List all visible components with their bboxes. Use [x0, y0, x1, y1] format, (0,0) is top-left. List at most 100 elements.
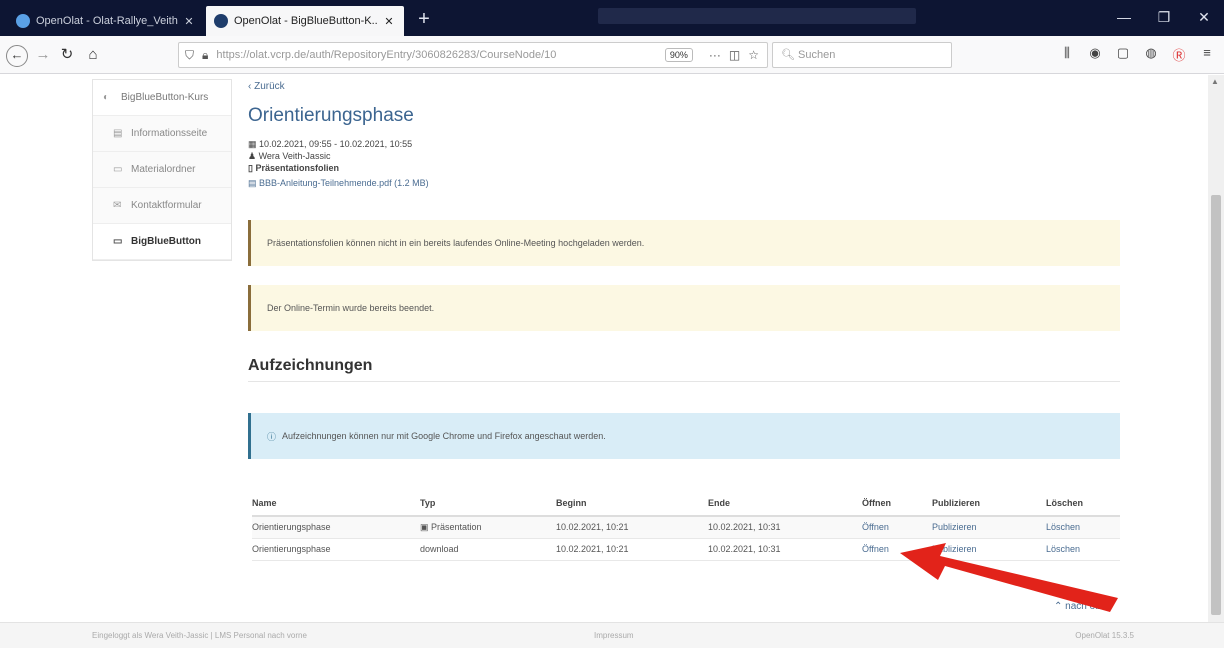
chevron-up-icon: ⌃: [1054, 601, 1066, 612]
info-icon: ⓘ: [267, 431, 277, 442]
bookmark-star-icon[interactable]: ☆: [748, 48, 759, 62]
back-link[interactable]: ‹ Zurück: [248, 81, 285, 92]
new-tab-button[interactable]: +: [410, 6, 438, 34]
publish-link[interactable]: Publizieren: [932, 516, 1046, 539]
maximize-button[interactable]: ❐: [1144, 0, 1184, 36]
type-label: Präsentation: [431, 521, 482, 532]
date-range: 10.02.2021, 09:55 - 10.02.2021, 10:55: [259, 139, 413, 149]
file-download-link[interactable]: ▤ BBB-Anleitung-Teilnehmende.pdf (1.2 MB…: [248, 178, 429, 189]
forward-button[interactable]: →: [32, 45, 54, 67]
page-title: Orientierungsphase: [248, 105, 414, 126]
delete-link[interactable]: Löschen: [1046, 538, 1120, 561]
recording-end: 10.02.2021, 10:31: [708, 516, 862, 539]
sidebar-icon[interactable]: ▢: [1114, 45, 1132, 64]
menu-icon[interactable]: ≡: [1198, 45, 1216, 64]
folder-icon: ▭: [113, 164, 123, 175]
url-tools: ··· ◫ ☆: [709, 48, 759, 62]
pocket-icon[interactable]: ◫: [729, 48, 740, 62]
col-header-beginn[interactable]: Beginn: [556, 490, 708, 517]
open-link[interactable]: Öffnen: [862, 538, 932, 561]
alert-text: Der Online-Termin wurde bereits beendet.: [267, 303, 435, 313]
recording-start: 10.02.2021, 10:21: [556, 516, 708, 539]
publish-link[interactable]: Publizieren: [932, 538, 1046, 561]
sidebar-item-bigbluebutton[interactable]: ▭ BigBlueButton: [93, 224, 231, 260]
delete-link[interactable]: Löschen: [1046, 516, 1120, 539]
page-footer: Eingeloggt als Wera Veith-Jassic | LMS P…: [0, 622, 1224, 648]
recording-end: 10.02.2021, 10:31: [708, 538, 862, 561]
recording-name: Orientierungsphase: [252, 538, 420, 561]
tab-strip-empty-area: [598, 8, 916, 24]
alert-browser-info: ⓘ Aufzeichnungen können nur mit Google Ch…: [248, 413, 1120, 459]
page-scrollbar[interactable]: ▲: [1208, 75, 1224, 622]
addon-red-icon[interactable]: Ⓡ: [1170, 45, 1188, 64]
search-input[interactable]: 🔍︎ Suchen: [772, 42, 952, 68]
reload-button[interactable]: ↻: [56, 45, 78, 67]
browser-tab-2-active[interactable]: OpenOlat - BigBlueButton-K... ✕: [206, 6, 404, 36]
scroll-up-icon[interactable]: ▲: [1211, 77, 1219, 86]
host-name: Wera Veith-Jassic: [258, 151, 331, 161]
window-controls: — ❐ ✕: [1104, 0, 1224, 36]
col-header-loeschen: Löschen: [1046, 490, 1120, 517]
footer-login-info: Eingeloggt als Wera Veith-Jassic | LMS P…: [92, 631, 307, 640]
monitor-icon: ▭: [113, 236, 123, 247]
alert-text: Präsentationsfolien können nicht in ein …: [267, 238, 645, 248]
divider: [248, 381, 1120, 382]
addon-icon[interactable]: ◍: [1142, 45, 1160, 64]
close-window-button[interactable]: ✕: [1184, 0, 1224, 36]
page-content: ◐ BigBlueButton-Kurs ▤ Informationsseite…: [0, 75, 1208, 622]
recordings-heading: Aufzeichnungen: [248, 357, 373, 374]
globe-icon: ◐: [103, 92, 110, 103]
pdf-icon: ▤: [248, 178, 260, 188]
table-row: Orientierungsphase download 10.02.2021, …: [252, 538, 1120, 561]
slides-heading: ▯ Präsentationsfolien: [248, 163, 339, 174]
course-menu-root[interactable]: ◐ BigBlueButton-Kurs: [93, 80, 231, 116]
footer-impressum-link[interactable]: Impressum: [594, 631, 634, 640]
meeting-host: ♟ Wera Veith-Jassic: [248, 151, 330, 162]
menu-label: Kontaktformular: [131, 200, 202, 211]
back-button[interactable]: ←: [6, 45, 28, 67]
tab-title: OpenOlat - BigBlueButton-K...: [234, 15, 378, 27]
course-menu: ◐ BigBlueButton-Kurs ▤ Informationsseite…: [92, 79, 232, 261]
page-actions-icon[interactable]: ···: [709, 48, 721, 62]
sidebar-item-materialordner[interactable]: ▭ Materialordner: [93, 152, 231, 188]
url-bar[interactable]: ⛉ 🔒︎ https://olat.vcrp.de/auth/Repositor…: [178, 42, 768, 68]
menu-label: Informationsseite: [131, 128, 208, 139]
sidebar-item-informationsseite[interactable]: ▤ Informationsseite: [93, 116, 231, 152]
openolat-favicon-icon: [214, 14, 228, 28]
menu-label: Materialordner: [131, 164, 196, 175]
back-to-top-link[interactable]: ⌃ nach oben: [1054, 601, 1112, 612]
zoom-level-badge[interactable]: 90%: [664, 48, 693, 62]
browser-nav-bar: ← → ↻ ⌂ ⛉ 🔒︎ https://olat.vcrp.de/auth/R…: [0, 36, 1224, 74]
recordings-table: Name Typ Beginn Ende Öffnen Publizieren …: [252, 490, 1120, 561]
home-button[interactable]: ⌂: [82, 45, 104, 67]
file-name: BBB-Anleitung-Teilnehmende.pdf (1.2 MB): [259, 178, 429, 188]
extension-icon[interactable]: ◉: [1086, 45, 1104, 64]
openolat-favicon-icon: [16, 14, 30, 28]
menu-label: BigBlueButton: [131, 236, 201, 247]
footer-version: OpenOlat 15.3.5: [1075, 631, 1134, 640]
recording-type: ▣ Präsentation: [420, 516, 556, 539]
library-icon[interactable]: ⫼: [1058, 45, 1076, 64]
menu-label: BigBlueButton-Kurs: [121, 92, 209, 103]
close-tab-icon[interactable]: ✕: [382, 15, 396, 28]
close-tab-icon[interactable]: ✕: [182, 15, 196, 28]
col-header-typ[interactable]: Typ: [420, 490, 556, 517]
slides-label: Präsentationsfolien: [255, 163, 339, 173]
col-header-name[interactable]: Name: [252, 490, 420, 517]
scroll-thumb[interactable]: [1211, 195, 1221, 615]
col-header-ende[interactable]: Ende: [708, 490, 862, 517]
shield-icon: ⛉: [185, 47, 195, 62]
url-text[interactable]: https://olat.vcrp.de/auth/RepositoryEntr…: [216, 49, 664, 61]
lock-icon: 🔒︎: [202, 47, 209, 62]
table-row: Orientierungsphase ▣ Präsentation 10.02.…: [252, 516, 1120, 539]
alert-text: Aufzeichnungen können nur mit Google Chr…: [282, 431, 606, 441]
recording-name: Orientierungsphase: [252, 516, 420, 539]
sidebar-item-kontaktformular[interactable]: ✉ Kontaktformular: [93, 188, 231, 224]
browser-tab-1[interactable]: OpenOlat - Olat-Rallye_Veith-... ✕: [8, 6, 204, 36]
envelope-icon: ✉: [113, 200, 122, 211]
recording-start: 10.02.2021, 10:21: [556, 538, 708, 561]
browser-tab-bar: OpenOlat - Olat-Rallye_Veith-... ✕ OpenO…: [0, 0, 1224, 36]
open-link[interactable]: Öffnen: [862, 516, 932, 539]
minimize-button[interactable]: —: [1104, 0, 1144, 36]
table-header-row: Name Typ Beginn Ende Öffnen Publizieren …: [252, 490, 1120, 517]
